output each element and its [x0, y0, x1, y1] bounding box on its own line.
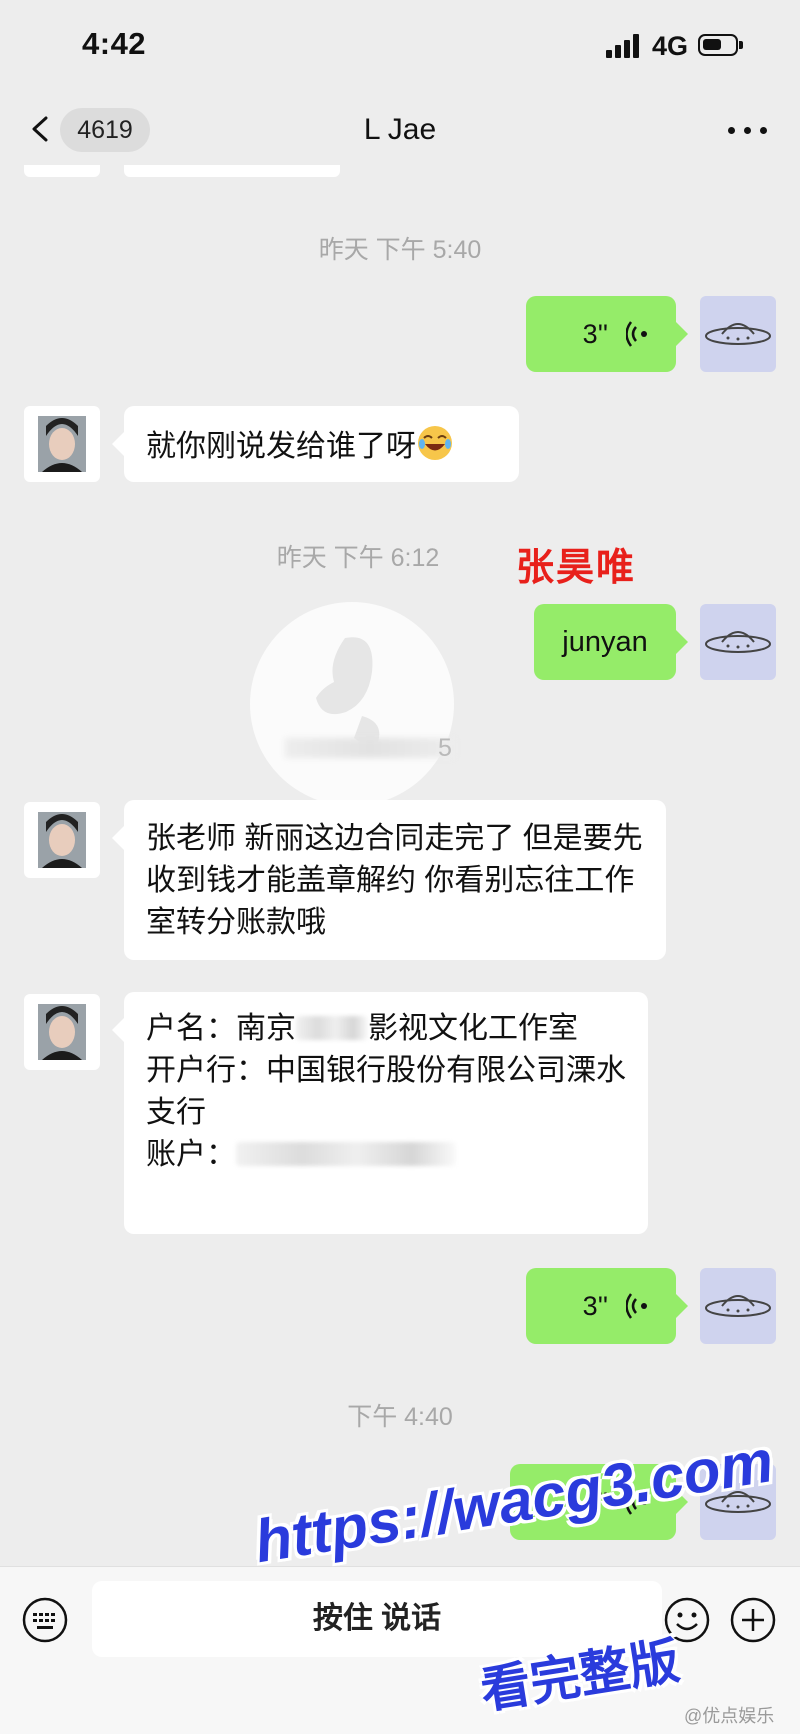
contact-avatar[interactable]	[24, 406, 100, 482]
watermark-shape	[316, 637, 380, 745]
more-dots-icon[interactable]	[728, 127, 768, 135]
voice-duration: 3''	[582, 1291, 608, 1321]
contact-photo	[38, 416, 86, 472]
message-out[interactable]: junyan	[534, 604, 688, 680]
partial-bubble	[124, 165, 340, 177]
voice-message-out[interactable]: 3''	[526, 296, 688, 372]
source-watermark: @优点娱乐	[684, 1706, 775, 1726]
blurred-timestamp-tail: 5	[438, 734, 452, 762]
timestamp: 下午 4:40	[347, 1403, 453, 1431]
timestamp: 昨天 下午 6:12	[276, 544, 440, 572]
message-text: 张老师 新丽这边合同走完了 但是要先收到钱才能盖章解约 你看别忘往工作室转分账款…	[146, 822, 643, 939]
redacted-account-number	[236, 1142, 456, 1166]
redacted-name	[296, 1016, 368, 1040]
message-text: 就你刚说发给谁了呀	[146, 430, 416, 463]
status-time: 4:42	[82, 26, 147, 61]
timestamp: 昨天 下午 5:40	[318, 236, 482, 264]
status-bar: 4:42 4G	[0, 0, 800, 90]
battery-icon	[698, 34, 743, 56]
chat-title: L Jae	[363, 113, 437, 146]
contact-avatar[interactable]	[24, 994, 100, 1070]
keyboard-icon[interactable]	[22, 1597, 68, 1643]
plus-icon[interactable]	[730, 1597, 776, 1643]
voice-wave-icon	[626, 1293, 647, 1319]
contact-avatar[interactable]	[24, 802, 100, 878]
ufo-avatar-icon	[705, 323, 771, 345]
unread-count-badge[interactable]: 4619	[60, 108, 150, 152]
voice-message-out[interactable]: 3''	[526, 1268, 688, 1344]
ufo-avatar-icon	[705, 1295, 771, 1317]
self-avatar[interactable]	[700, 296, 776, 372]
input-bar: 按住 说话	[0, 1566, 800, 1734]
laughing-emoji-icon	[418, 426, 452, 460]
message-in[interactable]: 就你刚说发给谁了呀	[112, 406, 519, 482]
contact-photo	[38, 812, 86, 868]
network-label: 4G	[652, 31, 689, 61]
message-in-account-info[interactable]: 户名：南京 影视文化工作室 开户行：中国银行股份有限公司溧水支行 账户：	[112, 992, 648, 1234]
account-name-line: 户名：南京 影视文化工作室	[146, 1012, 578, 1045]
self-avatar[interactable]	[700, 604, 776, 680]
account-number-line: 账户：	[146, 1134, 626, 1176]
bank-line: 开户行：中国银行股份有限公司溧水支行	[146, 1054, 626, 1129]
watermark-logo	[250, 602, 454, 806]
chat-header: 4619 L Jae	[0, 90, 800, 170]
voice-wave-icon	[626, 321, 647, 347]
ufo-avatar-icon	[705, 631, 771, 653]
blurred-timestamp	[285, 738, 455, 758]
signal-icon	[606, 34, 642, 58]
contact-photo	[38, 1004, 86, 1060]
partial-avatar	[24, 165, 100, 177]
self-avatar[interactable]	[700, 1268, 776, 1344]
voice-duration: 3''	[582, 319, 608, 349]
name-overlay-tag: 张昊唯	[516, 547, 637, 589]
message-in[interactable]: 张老师 新丽这边合同走完了 但是要先收到钱才能盖章解约 你看别忘往工作室转分账款…	[112, 800, 666, 960]
back-chevron-icon[interactable]	[28, 116, 54, 142]
promo-url-overlay: https://wacg3.com	[250, 1427, 778, 1576]
